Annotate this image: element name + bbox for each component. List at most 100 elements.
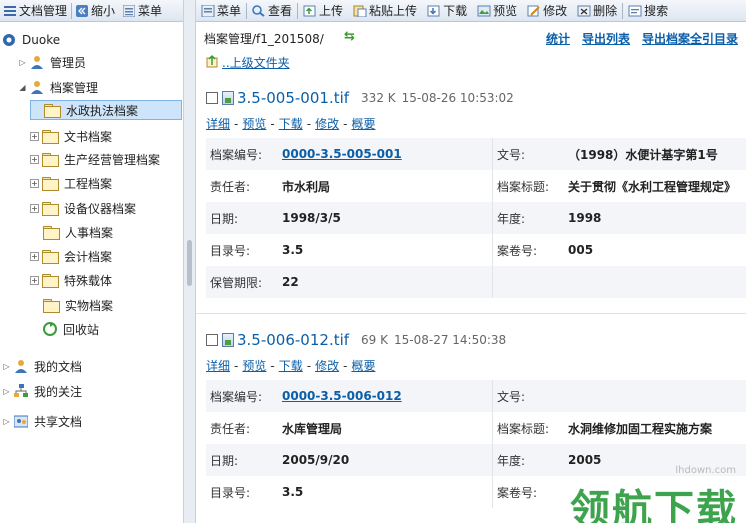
user-icon bbox=[14, 359, 28, 373]
upload-icon bbox=[303, 5, 317, 17]
file-checkbox[interactable] bbox=[206, 334, 218, 346]
statistics-link[interactable]: 统计 bbox=[546, 30, 570, 47]
double-chevron-left-icon bbox=[76, 4, 89, 17]
delete-button[interactable]: 删除 bbox=[572, 0, 622, 22]
tree-folder-law-enforcement[interactable]: 水政执法档案 bbox=[30, 100, 182, 120]
user-icon bbox=[30, 80, 44, 94]
folder-icon bbox=[42, 153, 59, 167]
paste-upload-button[interactable]: 粘贴上传 bbox=[348, 0, 422, 22]
file-actions: 详细 - 预览 - 下载 - 修改 - 概要 bbox=[206, 359, 376, 373]
edit-icon bbox=[527, 5, 541, 17]
collapse-button[interactable]: 缩小 bbox=[72, 0, 119, 22]
tree-folder-personnel[interactable]: 人事档案 bbox=[30, 222, 113, 242]
pane-splitter[interactable] bbox=[183, 0, 196, 523]
expand-arrow-icon[interactable]: ▷ bbox=[2, 362, 11, 371]
catalog-value: 3.5 bbox=[282, 485, 304, 499]
duoke-logo-icon bbox=[2, 33, 16, 47]
export-list-link[interactable]: 导出列表 bbox=[582, 30, 630, 47]
expand-plus-icon[interactable]: + bbox=[30, 131, 39, 141]
summary-link[interactable]: 概要 bbox=[351, 117, 375, 131]
left-toolbar: 文档管理 缩小 菜单 bbox=[0, 0, 183, 22]
tree-item-recycle-bin[interactable]: 回收站 bbox=[30, 319, 99, 339]
tree-item-my-follow[interactable]: ▷ 我的关注 bbox=[2, 381, 82, 401]
table-row: 保管期限: 22 bbox=[206, 266, 746, 298]
tree-item-shared-docs[interactable]: ▷ 共享文档 bbox=[2, 411, 82, 431]
tree-folder-accounting[interactable]: + 会计档案 bbox=[30, 246, 112, 266]
splitter-grip[interactable] bbox=[187, 240, 192, 286]
download-icon bbox=[427, 5, 441, 17]
collapse-arrow-icon[interactable]: ◢ bbox=[18, 83, 27, 92]
folder-icon bbox=[44, 104, 61, 118]
menu-icon bbox=[122, 4, 136, 17]
shared-icon bbox=[13, 414, 29, 428]
search-button[interactable]: 搜索 bbox=[623, 0, 673, 22]
list-icon bbox=[4, 5, 16, 17]
doc-manage-button[interactable]: 文档管理 bbox=[0, 0, 71, 22]
parent-folder-link[interactable]: ..上级文件夹 bbox=[222, 54, 290, 71]
left-menu-button[interactable]: 菜单 bbox=[119, 0, 166, 22]
archive-number-link[interactable]: 0000-3.5-006-012 bbox=[282, 389, 402, 403]
doc-number-value: （1998）水便计基字第1号 bbox=[568, 147, 718, 162]
download-button[interactable]: 下载 bbox=[422, 0, 472, 22]
folder-icon bbox=[42, 274, 59, 288]
tree-folder-equipment[interactable]: + 设备仪器档案 bbox=[30, 198, 136, 218]
edit-link[interactable]: 修改 bbox=[315, 359, 339, 373]
folder-icon bbox=[42, 202, 59, 216]
refresh-icon[interactable]: ⇆ bbox=[344, 29, 355, 44]
menu-button[interactable]: 菜单 bbox=[196, 0, 246, 22]
preview-link[interactable]: 预览 bbox=[242, 359, 266, 373]
tree-folder-engineering[interactable]: + 工程档案 bbox=[30, 173, 112, 193]
responsible-value: 市水利局 bbox=[282, 179, 331, 194]
expand-arrow-icon[interactable]: ▷ bbox=[2, 387, 11, 396]
edit-button[interactable]: 修改 bbox=[522, 0, 572, 22]
expand-arrow-icon[interactable]: ▷ bbox=[2, 417, 11, 426]
tree-item-my-docs[interactable]: ▷ 我的文档 bbox=[2, 356, 82, 376]
expand-plus-icon[interactable]: + bbox=[30, 154, 39, 164]
tree-folder-documents[interactable]: + 文书档案 bbox=[30, 126, 112, 146]
view-button[interactable]: 查看 bbox=[247, 0, 297, 22]
archive-number-link[interactable]: 0000-3.5-005-001 bbox=[282, 147, 402, 161]
parent-folder-row[interactable]: ..上级文件夹 bbox=[206, 54, 290, 71]
table-row: 责任者: 水库管理局 档案标题: 水洞维修加固工程实施方案 bbox=[206, 412, 746, 444]
tree-item-admin[interactable]: ▷ 管理员 bbox=[18, 52, 86, 72]
preview-button[interactable]: 预览 bbox=[472, 0, 522, 22]
network-icon bbox=[14, 384, 28, 398]
summary-link[interactable]: 概要 bbox=[351, 359, 375, 373]
folder-icon bbox=[42, 250, 59, 264]
retention-value: 22 bbox=[282, 275, 299, 289]
expand-plus-icon[interactable]: + bbox=[30, 275, 39, 285]
table-row: 档案编号: 0000-3.5-006-012 文号: bbox=[206, 380, 746, 412]
divider bbox=[196, 313, 746, 314]
date-value: 1998/3/5 bbox=[282, 211, 341, 225]
expand-plus-icon[interactable]: + bbox=[30, 178, 39, 188]
catalog-value: 3.5 bbox=[282, 243, 304, 257]
tree-folder-physical[interactable]: 实物档案 bbox=[30, 295, 113, 315]
site-watermark: lhdown.com 领航下载 bbox=[562, 465, 742, 523]
tree-root[interactable]: Duoke bbox=[2, 30, 60, 50]
download-link[interactable]: 下载 bbox=[279, 117, 303, 131]
folder-up-icon bbox=[206, 54, 218, 71]
expand-plus-icon[interactable]: + bbox=[30, 203, 39, 213]
edit-link[interactable]: 修改 bbox=[315, 117, 339, 131]
list-actions: 统计 导出列表 导出档案全引目录 bbox=[546, 30, 738, 47]
file-name[interactable]: 3.5-005-001.tif bbox=[237, 89, 349, 107]
responsible-value: 水库管理局 bbox=[282, 421, 343, 436]
expand-arrow-icon[interactable]: ▷ bbox=[18, 58, 27, 67]
file-checkbox[interactable] bbox=[206, 92, 218, 104]
volume-value: 005 bbox=[568, 243, 594, 257]
file-name[interactable]: 3.5-006-012.tif bbox=[237, 331, 349, 349]
file-actions: 详细 - 预览 - 下载 - 修改 - 概要 bbox=[206, 117, 376, 131]
detail-link[interactable]: 详细 bbox=[206, 117, 230, 131]
export-catalog-link[interactable]: 导出档案全引目录 bbox=[642, 30, 738, 47]
table-row: 档案编号: 0000-3.5-005-001 文号: （1998）水便计基字第1… bbox=[206, 138, 746, 170]
search-icon bbox=[628, 5, 642, 17]
download-link[interactable]: 下载 bbox=[279, 359, 303, 373]
expand-plus-icon[interactable]: + bbox=[30, 251, 39, 261]
upload-button[interactable]: 上传 bbox=[298, 0, 348, 22]
tree-folder-special-media[interactable]: + 特殊载体 bbox=[30, 270, 112, 290]
folder-icon bbox=[43, 226, 60, 240]
preview-link[interactable]: 预览 bbox=[242, 117, 266, 131]
tree-folder-production[interactable]: + 生产经营管理档案 bbox=[30, 149, 160, 169]
tree-item-archive[interactable]: ◢ 档案管理 bbox=[18, 77, 98, 97]
detail-link[interactable]: 详细 bbox=[206, 359, 230, 373]
